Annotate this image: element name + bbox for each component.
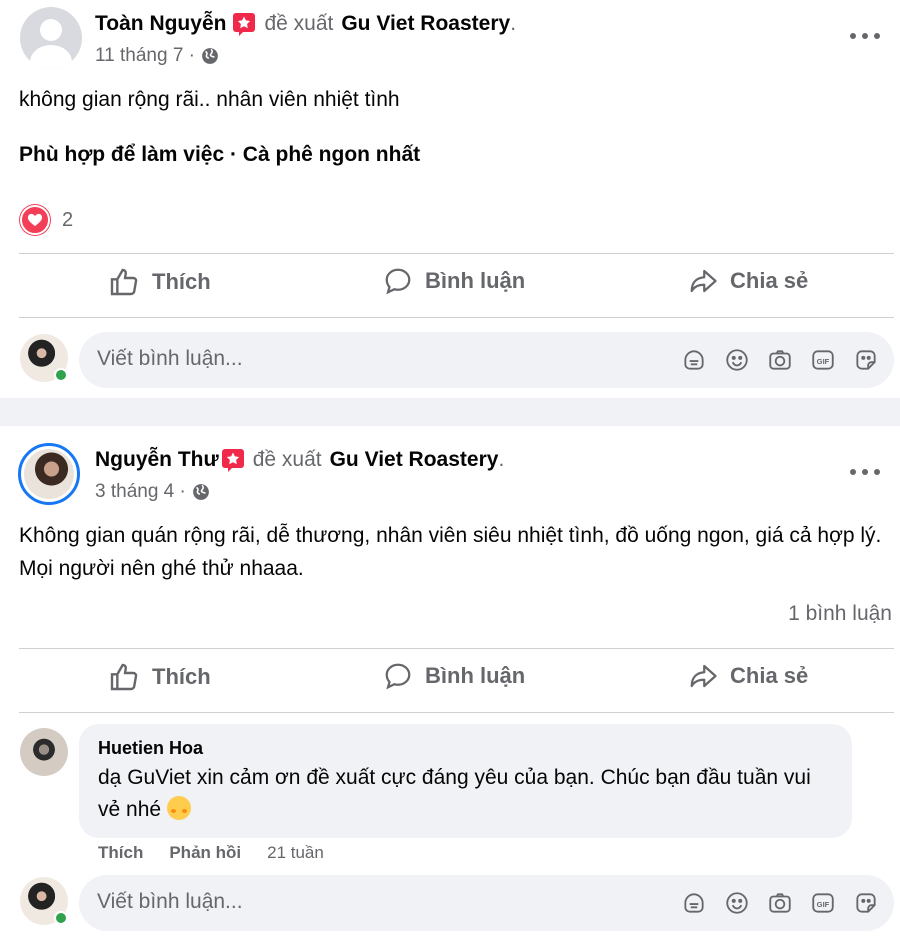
comment-bubble: Huetien Hoa dạ GuViet xin cảm ơn đề xuất… xyxy=(79,724,852,838)
comment-like-button[interactable]: Thích xyxy=(98,843,143,863)
heart-reaction-icon xyxy=(20,205,50,235)
comment-actions: Thích Phản hồi 21 tuần xyxy=(98,843,324,863)
gif-icon[interactable]: GIF xyxy=(809,889,837,917)
comment-icon xyxy=(385,663,411,690)
sticker-icon[interactable] xyxy=(852,889,880,917)
svg-text:GIF: GIF xyxy=(817,357,830,366)
comment-reply-button[interactable]: Phản hồi xyxy=(169,843,241,863)
author-name[interactable]: Toàn Nguyễn xyxy=(95,12,226,36)
comment-placeholder: Viết bình luận... xyxy=(97,890,243,913)
gif-icon[interactable]: GIF xyxy=(809,346,837,374)
reaction-count: 2 xyxy=(62,208,74,231)
post-actions: Thích Bình luận Chia sẻ xyxy=(0,266,900,306)
more-options-icon[interactable] xyxy=(850,31,880,41)
post-actions: Thích Bình luận Chia sẻ xyxy=(0,661,900,701)
post-meta: 11 tháng 7 · xyxy=(95,45,219,67)
sticker-icon[interactable] xyxy=(852,346,880,374)
share-icon xyxy=(690,664,717,688)
camera-icon[interactable] xyxy=(766,889,794,917)
divider xyxy=(19,648,894,649)
divider xyxy=(19,712,894,713)
reaction-summary[interactable]: 2 xyxy=(20,205,73,235)
like-button[interactable]: Thích xyxy=(108,661,211,693)
post-text: không gian rộng rãi.. nhân viên nhiệt tì… xyxy=(19,88,400,111)
post-header: Toàn Nguyễn đề xuất Gu Viet Roastery. xyxy=(95,12,517,36)
post-date[interactable]: 11 tháng 7 · xyxy=(95,45,195,67)
share-button[interactable]: Chia sẻ xyxy=(688,661,808,691)
divider xyxy=(19,317,894,318)
divider xyxy=(19,253,894,254)
globe-icon xyxy=(202,48,218,64)
like-icon xyxy=(110,663,138,691)
emoji-icon[interactable] xyxy=(723,889,751,917)
author-name[interactable]: Nguyễn Thư xyxy=(95,448,219,472)
smiling-face-with-hearts-icon xyxy=(166,796,191,820)
avatar-sticker-icon[interactable] xyxy=(680,346,708,374)
camera-icon[interactable] xyxy=(766,346,794,374)
suggest-label: đề xuất xyxy=(264,12,334,35)
recommend-badge-icon xyxy=(221,449,244,472)
comment-button[interactable]: Bình luận xyxy=(383,266,525,296)
comment-input[interactable]: Viết bình luận... GIF xyxy=(79,875,894,931)
online-status-dot xyxy=(54,911,68,925)
page-name-link[interactable]: Gu Viet Roastery xyxy=(330,448,499,472)
like-icon xyxy=(110,268,138,296)
like-button[interactable]: Thích xyxy=(108,266,211,298)
comment-count-link[interactable]: 1 bình luận xyxy=(788,602,892,626)
author-avatar[interactable] xyxy=(20,7,82,69)
more-options-icon[interactable] xyxy=(850,467,880,477)
comment-time[interactable]: 21 tuần xyxy=(267,843,324,863)
online-status-dot xyxy=(54,368,68,382)
post-card: Toàn Nguyễn đề xuất Gu Viet Roastery. 11… xyxy=(0,0,900,398)
post-tags: Phù hợp để làm việc · Cà phê ngon nhất xyxy=(19,143,421,166)
comment-icon xyxy=(385,268,411,295)
comment-button[interactable]: Bình luận xyxy=(383,661,525,691)
comment-placeholder: Viết bình luận... xyxy=(97,347,243,370)
emoji-icon[interactable] xyxy=(723,346,751,374)
comment-input[interactable]: Viết bình luận... GIF xyxy=(79,332,894,388)
share-button[interactable]: Chia sẻ xyxy=(688,266,808,296)
author-avatar[interactable] xyxy=(18,443,80,505)
suggest-label: đề xuất xyxy=(252,448,322,471)
post-card: Nguyễn Thư đề xuất Gu Viet Roastery. 3 t… xyxy=(0,426,900,938)
globe-icon xyxy=(192,484,209,500)
commenter-avatar[interactable] xyxy=(20,728,68,776)
feed-separator xyxy=(0,398,900,426)
comment-text: dạ GuViet xin cảm ơn đề xuất cực đáng yê… xyxy=(98,766,811,821)
recommend-badge-icon xyxy=(233,13,256,36)
post-header: Nguyễn Thư đề xuất Gu Viet Roastery. xyxy=(95,448,505,472)
svg-text:GIF: GIF xyxy=(817,900,830,909)
post-date[interactable]: 3 tháng 4 · xyxy=(95,481,186,503)
commenter-name[interactable]: Huetien Hoa xyxy=(98,738,203,759)
post-text: Không gian quán rộng rãi, dễ thương, nhâ… xyxy=(19,524,882,580)
share-icon xyxy=(690,269,717,293)
page-name-link[interactable]: Gu Viet Roastery xyxy=(341,12,510,36)
post-meta: 3 tháng 4 · xyxy=(95,481,210,503)
avatar-sticker-icon[interactable] xyxy=(680,889,708,917)
